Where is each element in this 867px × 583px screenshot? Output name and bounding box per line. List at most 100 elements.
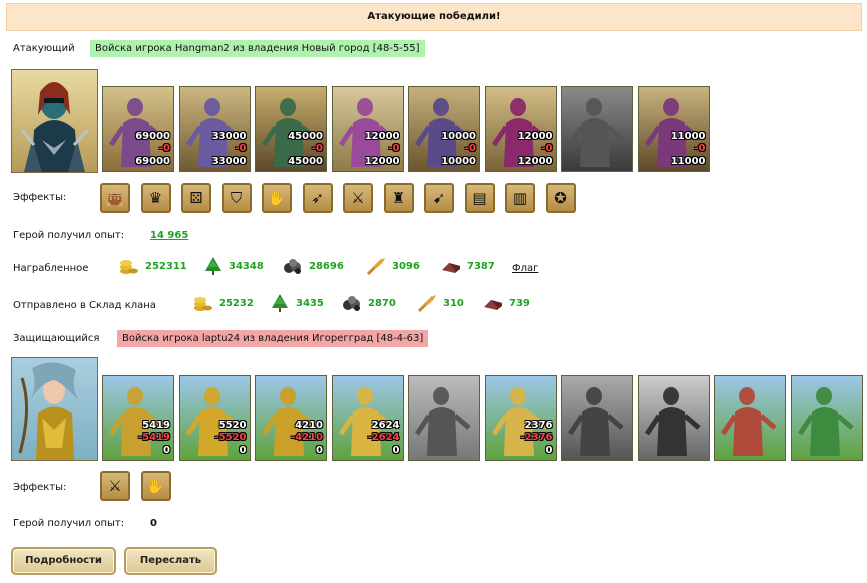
loot-gold: 252311 (119, 257, 187, 275)
defender-unit-6[interactable]: 2376 -2376 0 (484, 375, 557, 461)
defender-unit-9[interactable] (714, 375, 786, 461)
gold-icon (120, 260, 138, 274)
grain-icon (366, 258, 385, 275)
details-button[interactable]: Подробности (11, 547, 116, 575)
clan-gold: 25232 (193, 294, 254, 312)
attacker-unit-5[interactable]: 10000 -0 10000 (408, 86, 480, 172)
ore-icon (284, 259, 301, 274)
defender-unit-2[interactable]: 5520 -5520 0 (178, 375, 251, 461)
unit-count: 4210 (295, 420, 323, 431)
attacker-effects-label: Эффекты: (13, 192, 67, 203)
unit-remaining: 0 (316, 445, 323, 456)
unit-remaining: 0 (239, 445, 247, 456)
tree-icon (205, 257, 221, 275)
attacker-unit-8[interactable]: 11000 -0 11000 (637, 86, 710, 172)
unit-remaining: 11000 (670, 156, 706, 167)
defender-unit-1[interactable]: 5419 -5419 0 (102, 375, 174, 461)
attacker-unit-1[interactable]: 69000 -0 69000 (102, 86, 174, 172)
unit-losses: -0 (541, 143, 553, 154)
flag-link[interactable]: Флаг (512, 263, 538, 274)
clan-wood: 3435 (270, 294, 324, 312)
defender-army-tag: Войска игрока laptu24 из владения Игорег… (117, 330, 429, 347)
loot-wood: 34348 (203, 257, 264, 275)
sword-icon[interactable]: ⚔ (100, 471, 130, 501)
unit-count: 12000 (517, 131, 553, 142)
defender-xp-label: Герой получил опыт: (13, 518, 125, 529)
unit-count: 5520 (218, 420, 247, 431)
unit-remaining: 0 (163, 445, 170, 456)
unit-count: 10000 (441, 131, 476, 142)
unit-losses: -0 (235, 143, 247, 154)
hand-icon[interactable]: ✋ (262, 183, 292, 213)
attacker-label: Атакующий (13, 43, 75, 54)
handshake-icon[interactable]: ✋ (140, 471, 171, 501)
arrows-icon[interactable]: ➹ (424, 183, 454, 213)
attacker-unit-4[interactable]: 12000 -0 12000 (331, 86, 404, 172)
battle-result-banner: Атакующие победили! (6, 3, 862, 31)
defender-unit-10[interactable] (790, 375, 863, 461)
grain-icon (417, 295, 436, 312)
unit-losses: -0 (311, 143, 323, 154)
attacker-army-tag: Войска игрока Hangman2 из владения Новый… (90, 40, 425, 57)
unit-count: 12000 (364, 131, 400, 142)
clan-storage-label: Отправлено в Склад клана (13, 300, 156, 311)
sword-icon[interactable]: ⚔ (343, 183, 373, 213)
clan-grain: 310 (417, 294, 464, 312)
defender-unit-7[interactable] (561, 375, 633, 461)
unit-losses: -0 (694, 143, 706, 154)
loot-ore: 28696 (283, 257, 344, 275)
gold-icon (194, 297, 212, 311)
unit-remaining: 69000 (135, 156, 170, 167)
unit-losses: -2376 (520, 432, 553, 443)
horn-icon[interactable]: ➶ (302, 183, 333, 213)
defender-unit-4[interactable]: 2624 -2624 0 (331, 375, 404, 461)
unit-losses: -0 (158, 143, 170, 154)
armor-icon[interactable]: ♜ (383, 183, 414, 213)
attacker-unit-7[interactable] (561, 86, 633, 172)
unit-remaining: 0 (545, 445, 553, 456)
unit-count: 2376 (524, 420, 553, 431)
defender-unit-8[interactable] (637, 375, 710, 461)
ore-icon (343, 296, 360, 311)
loot-grain: 3096 (366, 257, 420, 275)
stone-icon (484, 300, 502, 310)
clan-stone: 739 (483, 294, 530, 312)
unit-count: 45000 (288, 131, 323, 142)
unit-losses: -2624 (367, 432, 400, 443)
tree-icon (272, 294, 288, 312)
crown-icon[interactable]: ♛ (140, 183, 171, 213)
unit-remaining: 0 (392, 445, 400, 456)
unit-remaining: 10000 (441, 156, 476, 167)
defender-xp-value: 0 (150, 518, 157, 529)
attacker-unit-6[interactable]: 12000 -0 12000 (484, 86, 557, 172)
unit-remaining: 12000 (364, 156, 400, 167)
attacker-unit-2[interactable]: 33000 -0 33000 (178, 86, 251, 172)
unit-losses: -5520 (214, 432, 247, 443)
attacker-unit-3[interactable]: 45000 -0 45000 (255, 86, 327, 172)
defender-label: Защищающийся (13, 333, 100, 344)
unit-remaining: 12000 (517, 156, 553, 167)
defender-unit-3[interactable]: 4210 -4210 0 (255, 375, 327, 461)
loot-label: Награбленное (13, 263, 89, 274)
defender-unit-5[interactable] (408, 375, 480, 461)
unit-losses: -4210 (291, 432, 323, 443)
xp-icon[interactable]: ✪ (545, 183, 576, 213)
unit-losses: -5419 (138, 432, 170, 443)
loot-stone: 7387 (441, 257, 495, 275)
unit-losses: -0 (388, 143, 400, 154)
stone-icon (442, 263, 460, 273)
dice-icon[interactable]: ⚄ (181, 183, 211, 213)
forward-button[interactable]: Переслать (124, 547, 217, 575)
unit-remaining: 45000 (288, 156, 323, 167)
shield-icon[interactable]: ⛉ (221, 183, 252, 213)
unit-count: 2624 (371, 420, 400, 431)
barrel-icon[interactable]: ▥ (505, 183, 535, 213)
scroll-icon[interactable]: ▤ (464, 183, 495, 213)
attacker-xp-value: 14 965 (150, 230, 189, 241)
bag-icon[interactable]: 👜 (100, 183, 130, 213)
unit-count: 5419 (142, 420, 170, 431)
unit-count: 69000 (135, 131, 170, 142)
unit-count: 33000 (211, 131, 247, 142)
unit-count: 11000 (670, 131, 706, 142)
unit-remaining: 33000 (211, 156, 247, 167)
